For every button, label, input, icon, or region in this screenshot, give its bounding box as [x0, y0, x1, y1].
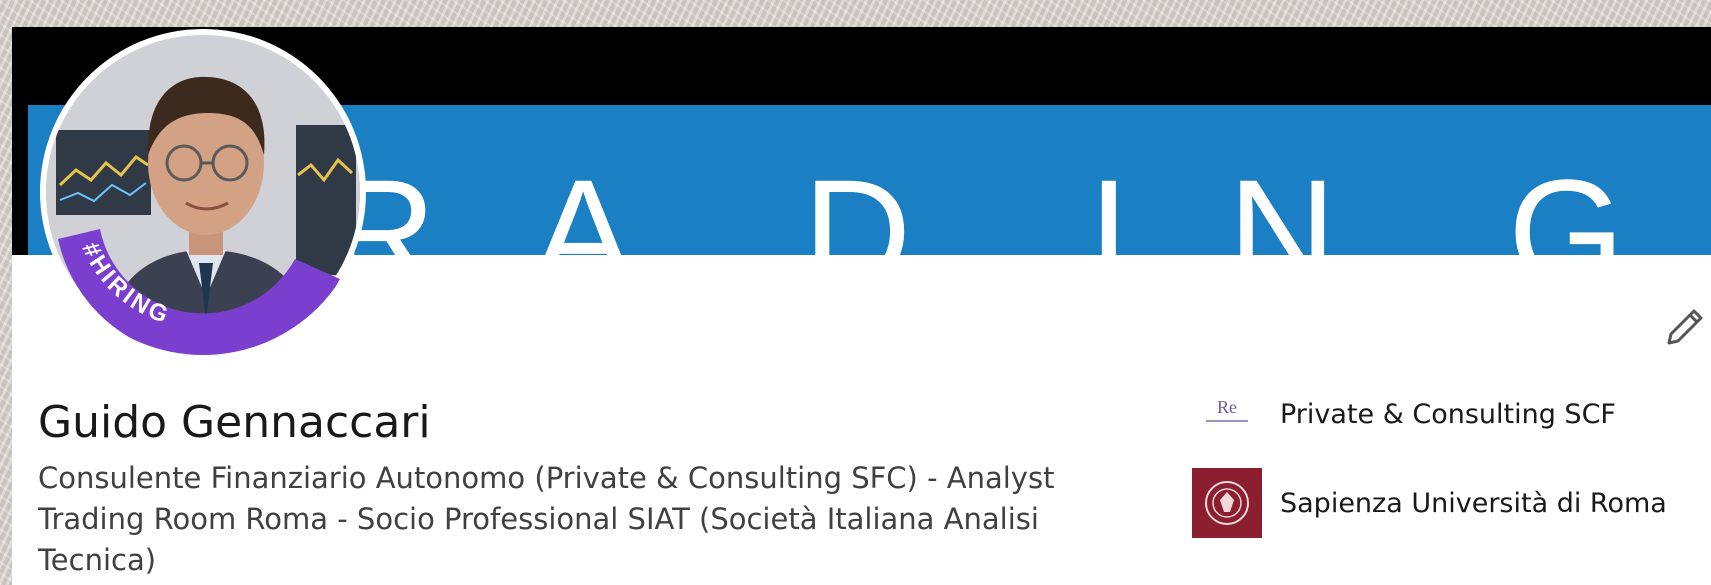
affiliation-company-label: Private & Consulting SCF — [1280, 398, 1616, 430]
profile-headline: Consulente Finanziario Autonomo (Private… — [38, 461, 1055, 577]
banner-letter: D — [803, 148, 912, 255]
banner-letter: N — [1228, 148, 1337, 255]
banner-letter: G — [1508, 148, 1625, 255]
pencil-icon — [1667, 309, 1703, 345]
affiliation-education-label: Sapienza Università di Roma — [1280, 487, 1667, 519]
hiring-frame: #HIRING — [58, 229, 340, 355]
university-seal-icon — [1192, 468, 1262, 538]
banner-letter: I — [1088, 148, 1130, 255]
edit-intro-button[interactable] — [1662, 304, 1708, 350]
banner-letter: A — [533, 148, 634, 255]
profile-avatar[interactable]: #HIRING — [40, 29, 366, 355]
profile-name: Guido Gennaccari — [38, 397, 431, 448]
profile-card: R A D I N G #HIRING Guido Gennaccari Con… — [12, 27, 1711, 585]
company-logo-icon: Re — [1192, 379, 1262, 449]
affiliation-education[interactable]: Sapienza Università di Roma — [1192, 468, 1667, 538]
company-logo-text: Re — [1217, 397, 1237, 417]
affiliation-company[interactable]: Re Private & Consulting SCF — [1192, 379, 1616, 449]
